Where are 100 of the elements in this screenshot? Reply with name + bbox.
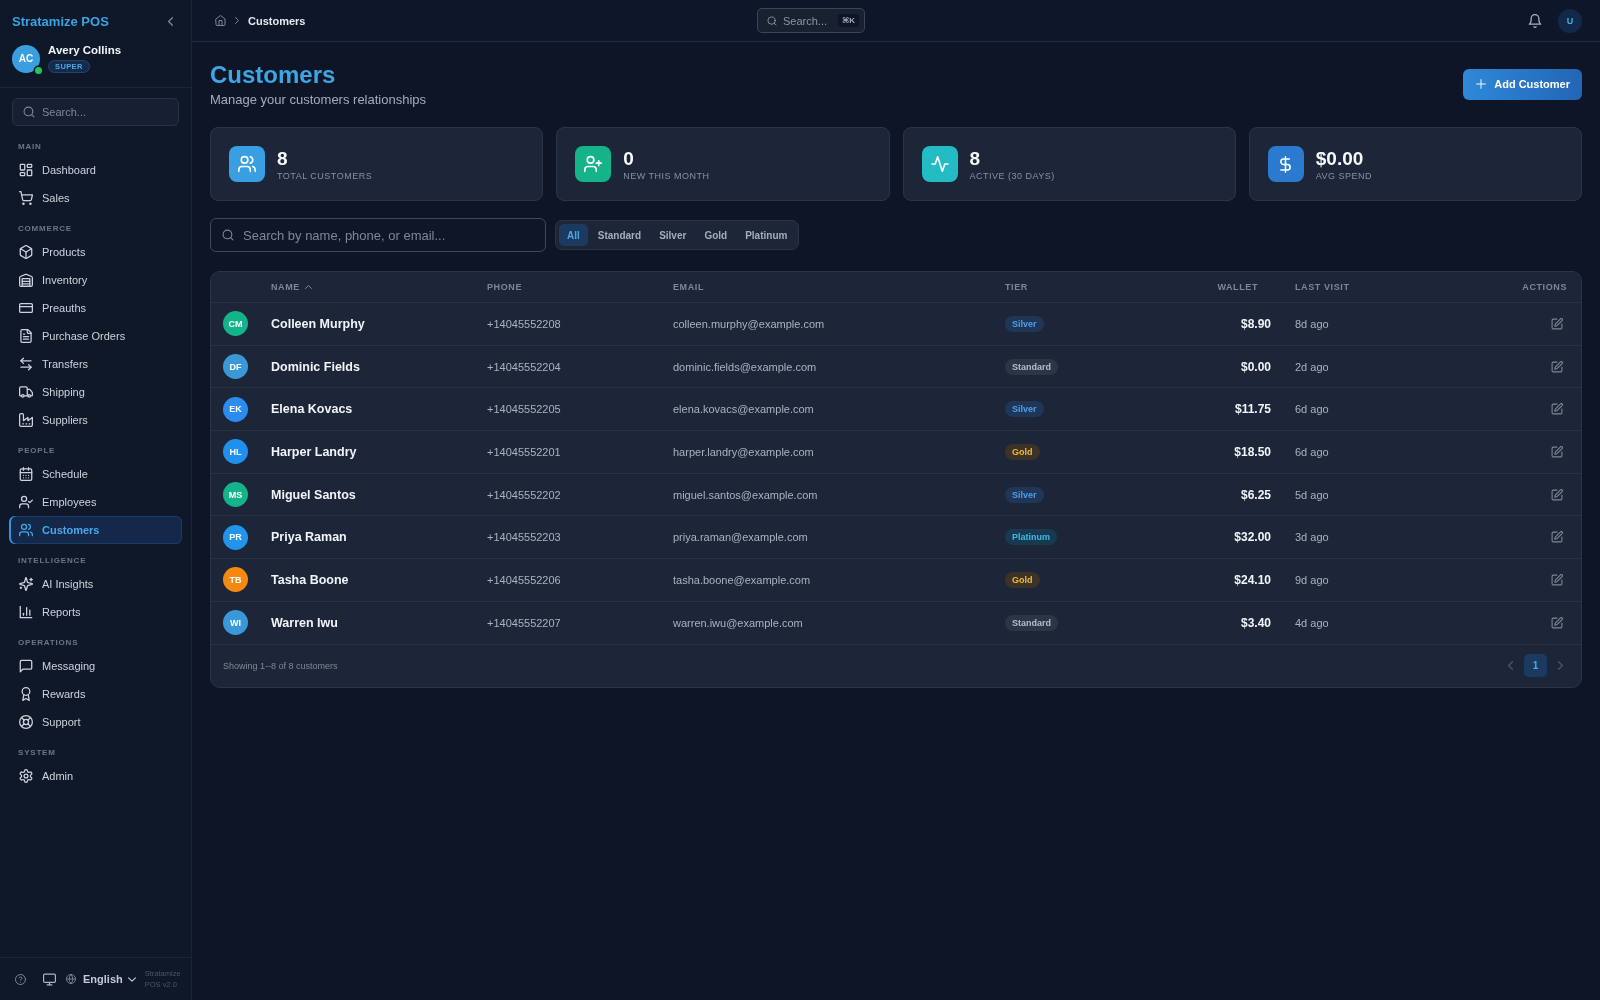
filter-tab[interactable]: Standard [589, 224, 650, 246]
edit-icon[interactable] [1551, 445, 1563, 458]
phone-number: +14045552207 [487, 616, 561, 629]
edit-icon[interactable] [1551, 403, 1563, 416]
email-address: harper.landry@example.com [673, 445, 814, 458]
column-header[interactable]: ACTIONS [1522, 282, 1567, 292]
nav-item[interactable]: Inventory [9, 266, 182, 294]
phone-number: +14045552205 [487, 403, 561, 416]
stat-value: $0.00 [1315, 147, 1364, 170]
stat-value: 8 [969, 147, 981, 170]
phone-number: +14045552204 [487, 360, 561, 373]
credit-card-icon [19, 301, 33, 315]
column-header[interactable]: TIER [1005, 282, 1028, 292]
nav-item[interactable]: Rewards [9, 680, 182, 708]
nav-item[interactable]: Employees [9, 488, 182, 516]
column-header[interactable]: EMAIL [673, 282, 704, 292]
bell-icon[interactable] [1528, 13, 1542, 28]
filter-tab[interactable]: Platinum [737, 224, 796, 246]
nav-item[interactable]: AI Insights [9, 570, 182, 598]
chevron-right-icon [235, 17, 239, 24]
wallet-amount: $11.75 [1234, 402, 1271, 417]
stat-label: ACTIVE (30 DAYS) [969, 170, 1055, 181]
nav-item[interactable]: Shipping [9, 378, 182, 406]
tier-badge: Silver [1005, 315, 1044, 332]
language-select[interactable]: English [66, 973, 136, 985]
nav-item[interactable]: Reports [9, 598, 182, 626]
nav-item[interactable]: Admin [9, 762, 182, 790]
tier-badge: Standard [1005, 358, 1058, 375]
customer-name: Harper Landry [271, 444, 357, 459]
edit-icon[interactable] [1551, 360, 1563, 373]
last-visit: 9d ago [1295, 573, 1329, 586]
nav-item[interactable]: Schedule [9, 460, 182, 488]
column-header[interactable]: LAST VISIT [1295, 282, 1350, 292]
last-visit: 5d ago [1295, 488, 1329, 501]
results-summary: Showing 1--8 of 8 customers [223, 660, 338, 671]
section-title: MAIN [18, 141, 42, 153]
column-header[interactable]: NAME [271, 282, 312, 292]
search-field[interactable]: Search... [12, 98, 179, 126]
edit-icon[interactable] [1551, 573, 1563, 586]
tier-badge: Silver [1005, 401, 1044, 418]
add-customer-button[interactable]: Add Customer [1463, 68, 1582, 100]
settings-icon [19, 769, 33, 783]
avatar: WI [223, 610, 248, 636]
page-title: Customers [210, 60, 337, 90]
users-icon [19, 523, 33, 537]
home-icon[interactable] [215, 15, 226, 26]
factory-icon [19, 413, 33, 427]
monitor-icon[interactable] [43, 972, 56, 986]
column-header[interactable]: PHONE [487, 282, 522, 292]
tier-badge: Silver [1005, 486, 1044, 503]
nav-item[interactable]: Customers [9, 516, 182, 544]
column-header[interactable]: WALLET [1217, 282, 1258, 292]
tier-badge: Platinum [1005, 529, 1057, 546]
email-address: miguel.santos@example.com [673, 488, 818, 501]
last-visit: 6d ago [1295, 403, 1329, 416]
truck-icon [19, 385, 33, 399]
warehouse-icon [19, 273, 33, 287]
edit-icon[interactable] [1551, 488, 1563, 501]
box-icon [19, 245, 33, 259]
nav-item[interactable]: Transfers [9, 350, 182, 378]
help-icon[interactable] [15, 973, 26, 985]
edit-icon[interactable] [1551, 531, 1563, 544]
tier-badge: Gold [1005, 443, 1040, 460]
filter-tab[interactable]: Gold [696, 224, 736, 246]
nav-item[interactable]: Messaging [9, 652, 182, 680]
filter-tab[interactable]: Silver [651, 224, 695, 246]
nav-item[interactable]: Purchase Orders [9, 322, 182, 350]
cart-icon [19, 191, 33, 205]
nav-item[interactable]: Suppliers [9, 406, 182, 434]
brand-name: Stratamize POS [12, 13, 109, 29]
search-button[interactable]: Search... ⌘K [757, 8, 865, 33]
nav-item[interactable]: Products [9, 238, 182, 266]
user-name: Avery Collins [48, 44, 122, 56]
plus-icon [1476, 79, 1487, 89]
email-address: colleen.murphy@example.com [673, 317, 825, 330]
user-avatar[interactable]: U [1558, 8, 1582, 33]
avatar: MS [223, 482, 248, 508]
edit-icon[interactable] [1551, 616, 1563, 629]
globe-icon [66, 974, 76, 984]
wallet-amount: $3.40 [1240, 615, 1271, 630]
avatar: CM [223, 311, 248, 337]
section-title: OPERATIONS [18, 637, 79, 649]
avatar: PR [223, 524, 248, 550]
sparkle-icon [19, 577, 33, 591]
chevron-left-icon[interactable] [168, 16, 173, 26]
section-title: COMMERCE [18, 223, 72, 235]
page-button[interactable]: 1 [1524, 654, 1547, 677]
nav-item[interactable]: Support [9, 708, 182, 736]
section-title: INTELLIGENCE [18, 555, 87, 567]
nav-item[interactable]: Dashboard [9, 156, 182, 184]
customer-name: Elena Kovacs [271, 402, 353, 417]
last-visit: 4d ago [1295, 616, 1329, 629]
search-field[interactable]: Search by name, phone, or email... [210, 218, 546, 252]
nav-item[interactable]: Sales [9, 184, 182, 212]
customer-name: Priya Raman [271, 530, 347, 545]
last-visit: 3d ago [1295, 531, 1329, 544]
edit-icon[interactable] [1551, 317, 1563, 330]
nav-item[interactable]: Preauths [9, 294, 182, 322]
wallet-amount: $6.25 [1240, 487, 1271, 502]
filter-tab[interactable]: All [559, 224, 588, 246]
